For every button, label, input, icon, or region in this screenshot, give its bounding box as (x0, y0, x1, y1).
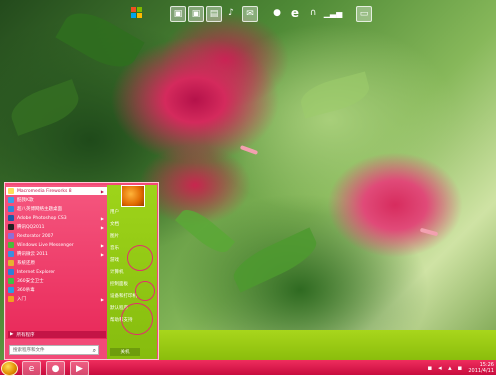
clock-date: 2011/4/11 (468, 367, 494, 374)
swirl-decoration (121, 303, 153, 335)
program-icon (8, 278, 14, 284)
right-item-documents[interactable]: 文档 (110, 221, 154, 229)
clock[interactable]: 15:26 2011/4/11 (468, 362, 494, 374)
system-tray: ▪ ◂ ▴ ▪ 15:26 2011/4/11 (426, 360, 496, 375)
program-icon (8, 224, 14, 230)
search-placeholder: 搜索程序和文件 (13, 348, 45, 353)
program-label: Internet Explorer (17, 269, 56, 275)
right-item-pictures[interactable]: 图片 (110, 233, 154, 241)
start-button[interactable] (1, 361, 18, 376)
flag-icon[interactable]: ▴ (446, 364, 453, 372)
swirl-decoration (135, 281, 155, 301)
decorative-green-bar (150, 330, 496, 360)
leaf-shape (297, 71, 373, 119)
program-item[interactable]: Windows Live Messenger ▶ (6, 241, 107, 249)
program-icon (8, 269, 14, 275)
program-item[interactable]: 入门 ▶ (6, 295, 107, 303)
flower-stamen (419, 227, 439, 237)
media-icon[interactable]: ▶ (70, 361, 89, 376)
program-label: 360杀毒 (17, 288, 35, 293)
leaf-shape (6, 79, 84, 136)
quick-launch-bar: ▣ ▣ ▤ ♪ ✉ ● e ∩ ▁▃▅ ▭ (120, 6, 380, 24)
swirl-decoration (127, 245, 153, 271)
folder-icon[interactable]: ▤ (206, 6, 222, 22)
submenu-arrow-icon: ▶ (100, 215, 104, 221)
program-icon (8, 233, 14, 239)
music-icon[interactable]: ♪ (224, 6, 238, 20)
chart-icon[interactable]: ▁▃▅ (324, 6, 342, 20)
submenu-arrow-icon: ▶ (100, 242, 104, 248)
all-programs-button[interactable]: ▶ 所有程序 (8, 331, 106, 338)
program-icon (8, 260, 14, 266)
photo-icon[interactable]: ▣ (188, 6, 204, 22)
program-icon (8, 242, 14, 248)
mail-icon[interactable]: ✉ (242, 6, 258, 22)
security-icon[interactable]: ▪ (456, 364, 463, 372)
program-icon (8, 215, 14, 221)
program-item[interactable]: 360安全卫士 (6, 277, 107, 285)
program-label: 腾讯QQ2011 (17, 225, 45, 230)
volume-icon[interactable]: ◂ (436, 364, 443, 372)
program-item[interactable]: 360杀毒 (6, 286, 107, 294)
program-icon (8, 188, 14, 194)
program-label: 系统还原 (17, 261, 35, 266)
shutdown-button[interactable]: 关机 (110, 348, 140, 356)
qq-icon[interactable]: ● (46, 361, 65, 376)
doc-icon[interactable]: ▭ (356, 6, 372, 22)
submenu-arrow-icon: ▶ (100, 188, 104, 194)
program-item[interactable]: Adobe Photoshop CS3 ▶ (6, 214, 107, 222)
program-label: Adobe Photoshop CS3 (17, 215, 67, 221)
program-label: 入门 (17, 297, 26, 302)
program-item[interactable]: Macromedia Fireworks 8 ▶ (6, 187, 107, 195)
program-label: Macromedia Fireworks 8 (17, 188, 72, 194)
chat-icon[interactable]: ● (270, 6, 284, 20)
arrow-right-icon: ▶ (10, 332, 14, 337)
leaf-shape (227, 227, 323, 293)
program-item[interactable]: Internet Explorer (6, 268, 107, 276)
program-item[interactable]: 酷我K歌 (6, 196, 107, 204)
shutdown-label: 关机 (120, 350, 130, 355)
media-icon[interactable]: ▣ (170, 6, 186, 22)
program-item[interactable]: Restorator 2007 (6, 232, 107, 240)
program-label: 酷我K歌 (17, 198, 34, 203)
program-icon (8, 287, 14, 293)
leaf-shape (174, 203, 236, 259)
program-icon (8, 206, 14, 212)
program-item[interactable]: 超八英博网络主题桌面 (6, 205, 107, 213)
submenu-arrow-icon: ▶ (100, 296, 104, 302)
submenu-arrow-icon: ▶ (100, 224, 104, 230)
program-label: Windows Live Messenger (17, 242, 74, 248)
ie-icon[interactable]: e (288, 6, 302, 20)
program-item[interactable]: 腾讯QQ2011 ▶ (6, 223, 107, 231)
taskbar: e ● ▶ ▪ ◂ ▴ ▪ 15:26 2011/4/11 (0, 360, 496, 376)
programs-pane: Macromedia Fireworks 8 ▶ 酷我K歌 超八英博网络主题桌面 … (6, 185, 107, 339)
flower-stamen (239, 145, 259, 155)
program-icon (8, 251, 14, 257)
program-item[interactable]: 腾讯微云 2011 ▶ (6, 250, 107, 258)
start-menu: Macromedia Fireworks 8 ▶ 酷我K歌 超八英博网络主题桌面 … (4, 182, 159, 360)
user-avatar[interactable] (121, 185, 145, 207)
program-item[interactable]: 系统还原 (6, 259, 107, 267)
network-icon[interactable]: ▪ (426, 364, 433, 372)
windows-icon[interactable] (130, 6, 144, 20)
search-icon[interactable]: ⌕ (93, 347, 96, 355)
program-label: Restorator 2007 (17, 233, 54, 239)
program-label: 腾讯微云 2011 (17, 252, 48, 257)
program-icon (8, 197, 14, 203)
all-programs-label: 所有程序 (16, 332, 35, 338)
program-icon (8, 296, 14, 302)
search-input[interactable]: 搜索程序和文件 ⌕ (9, 345, 99, 355)
ie-icon[interactable]: e (22, 361, 41, 376)
program-label: 360安全卫士 (17, 279, 44, 284)
headphones-icon[interactable]: ∩ (306, 6, 320, 20)
submenu-arrow-icon: ▶ (100, 251, 104, 257)
right-pane: 用户 文档 图片 音乐 游戏 计算机 控制面板 设备和打印机 默认程序 帮助和支… (107, 185, 157, 359)
right-item-computer[interactable]: 计算机 (110, 269, 154, 277)
program-label: 超八英博网络主题桌面 (17, 207, 62, 212)
right-item-user[interactable]: 用户 (110, 209, 154, 217)
